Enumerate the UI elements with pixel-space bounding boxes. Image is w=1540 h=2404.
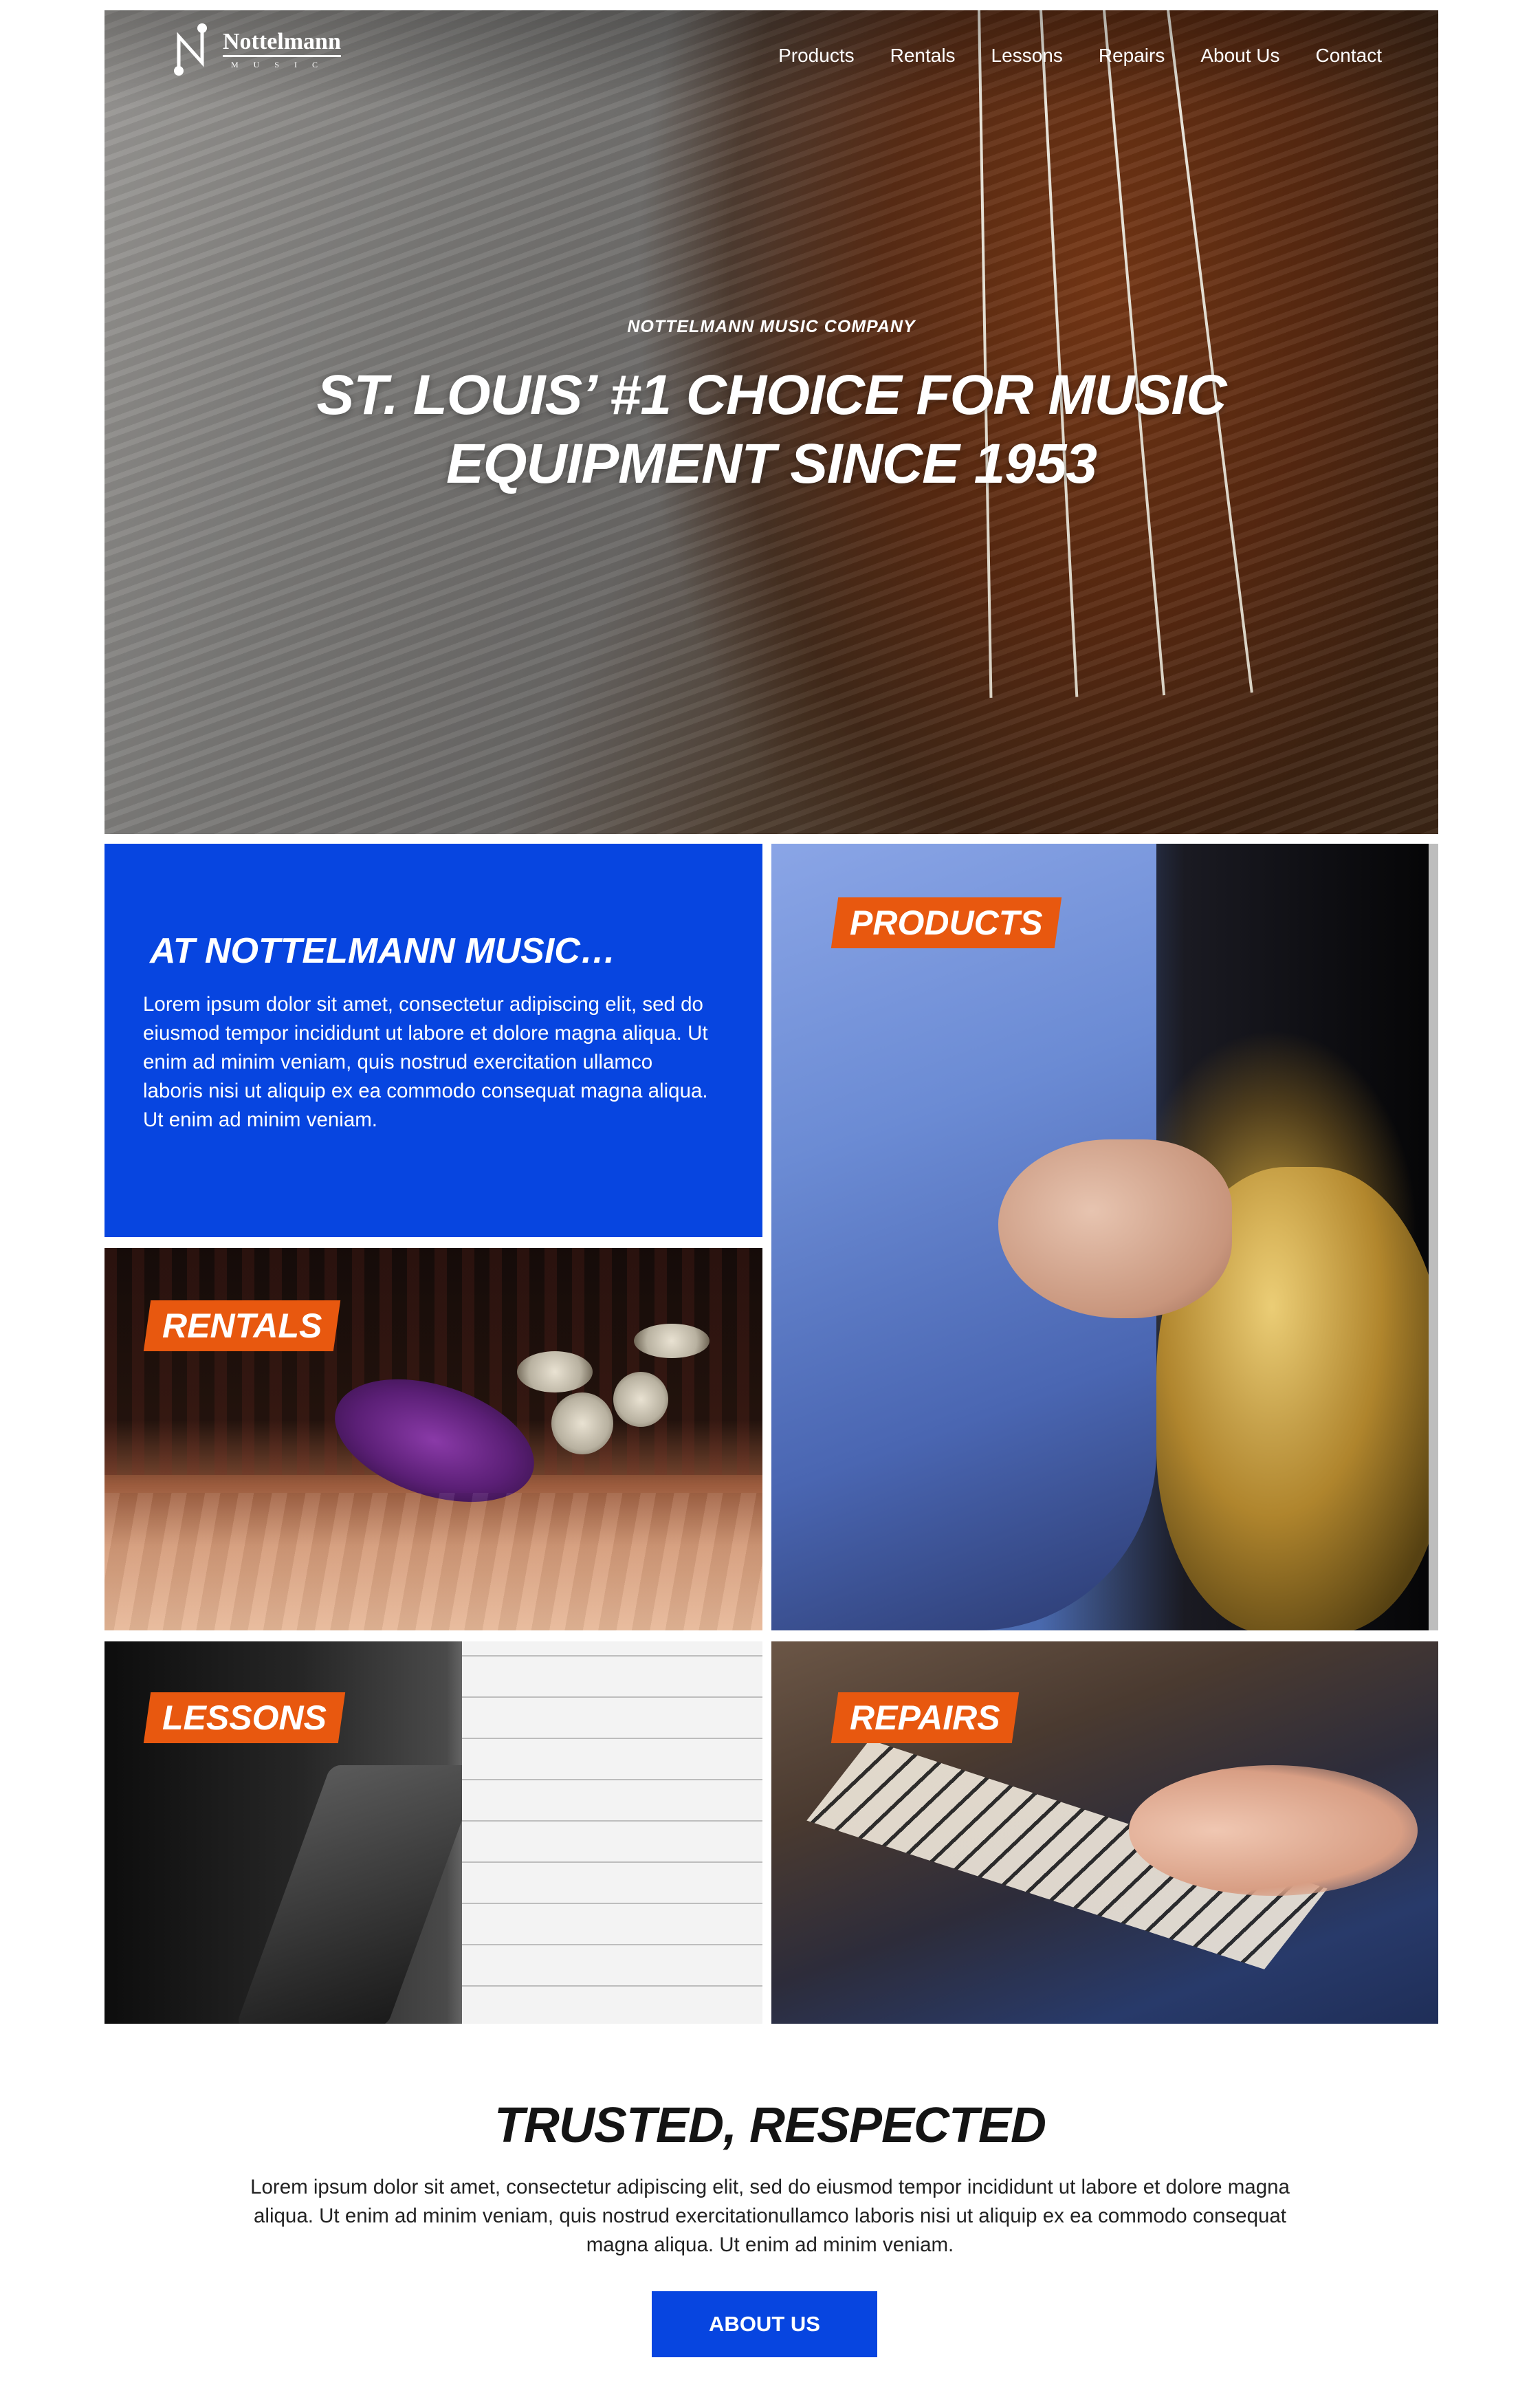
main-nav: Products Rentals Lessons Repairs About U… <box>778 45 1382 67</box>
repairs-badge[interactable]: REPAIRS <box>830 1692 1019 1743</box>
brand-name: Nottelmann <box>223 30 341 57</box>
hands-image <box>1129 1765 1418 1896</box>
rentals-badge-label: RENTALS <box>162 1307 322 1345</box>
lessons-badge[interactable]: LESSONS <box>143 1692 346 1743</box>
about-us-button[interactable]: ABOUT US <box>652 2291 877 2357</box>
nav-contact[interactable]: Contact <box>1316 45 1383 67</box>
note-logo-icon <box>174 23 207 76</box>
brand-subtitle: MUSIC <box>230 60 333 69</box>
repairs-tile[interactable]: REPAIRS <box>771 1641 1438 2024</box>
products-badge-label: PRODUCTS <box>850 904 1043 942</box>
brand-wordmark: Nottelmann MUSIC <box>223 30 341 70</box>
nav-products[interactable]: Products <box>778 45 855 67</box>
intro-panel: AT NOTTELMANN MUSIC… Lorem ipsum dolor s… <box>104 844 762 1237</box>
nav-rentals[interactable]: Rentals <box>890 45 956 67</box>
intro-title: AT NOTTELMANN MUSIC… <box>150 931 616 971</box>
stage-floor-image <box>104 1493 762 1630</box>
cymbal-image <box>517 1351 593 1392</box>
trusted-body: Lorem ipsum dolor sit amet, consectetur … <box>250 2176 1290 2256</box>
products-badge[interactable]: PRODUCTS <box>830 897 1062 948</box>
hero-eyebrow: NOTTELMANN MUSIC COMPANY <box>627 317 916 336</box>
rentals-badge[interactable]: RENTALS <box>143 1300 341 1351</box>
cymbal-image <box>634 1324 710 1358</box>
hero-banner: Nottelmann MUSIC Products Rentals Lesson… <box>104 10 1438 834</box>
sheet-music-image <box>462 1641 762 2024</box>
lessons-tile[interactable]: LESSONS <box>104 1641 762 2024</box>
drum-image <box>551 1392 613 1454</box>
music-stand-image <box>235 1765 483 2024</box>
tile-edge <box>1429 844 1438 1630</box>
drum-image <box>613 1372 668 1427</box>
hero-title: ST. LOUIS’ #1 CHOICE FOR MUSIC EQUIPMENT… <box>316 364 1226 495</box>
lessons-badge-label: LESSONS <box>162 1698 327 1737</box>
nav-about-us[interactable]: About Us <box>1200 45 1279 67</box>
trusted-title: TRUSTED, RESPECTED <box>494 2098 1046 2153</box>
products-tile[interactable]: PRODUCTS <box>771 844 1438 1630</box>
repairs-badge-label: REPAIRS <box>850 1698 1000 1737</box>
nav-lessons[interactable]: Lessons <box>991 45 1063 67</box>
nav-repairs[interactable]: Repairs <box>1099 45 1165 67</box>
intro-body: Lorem ipsum dolor sit amet, consectetur … <box>143 993 708 1131</box>
rentals-tile[interactable]: RENTALS <box>104 1248 762 1630</box>
brand-logo[interactable]: Nottelmann MUSIC <box>172 23 341 76</box>
